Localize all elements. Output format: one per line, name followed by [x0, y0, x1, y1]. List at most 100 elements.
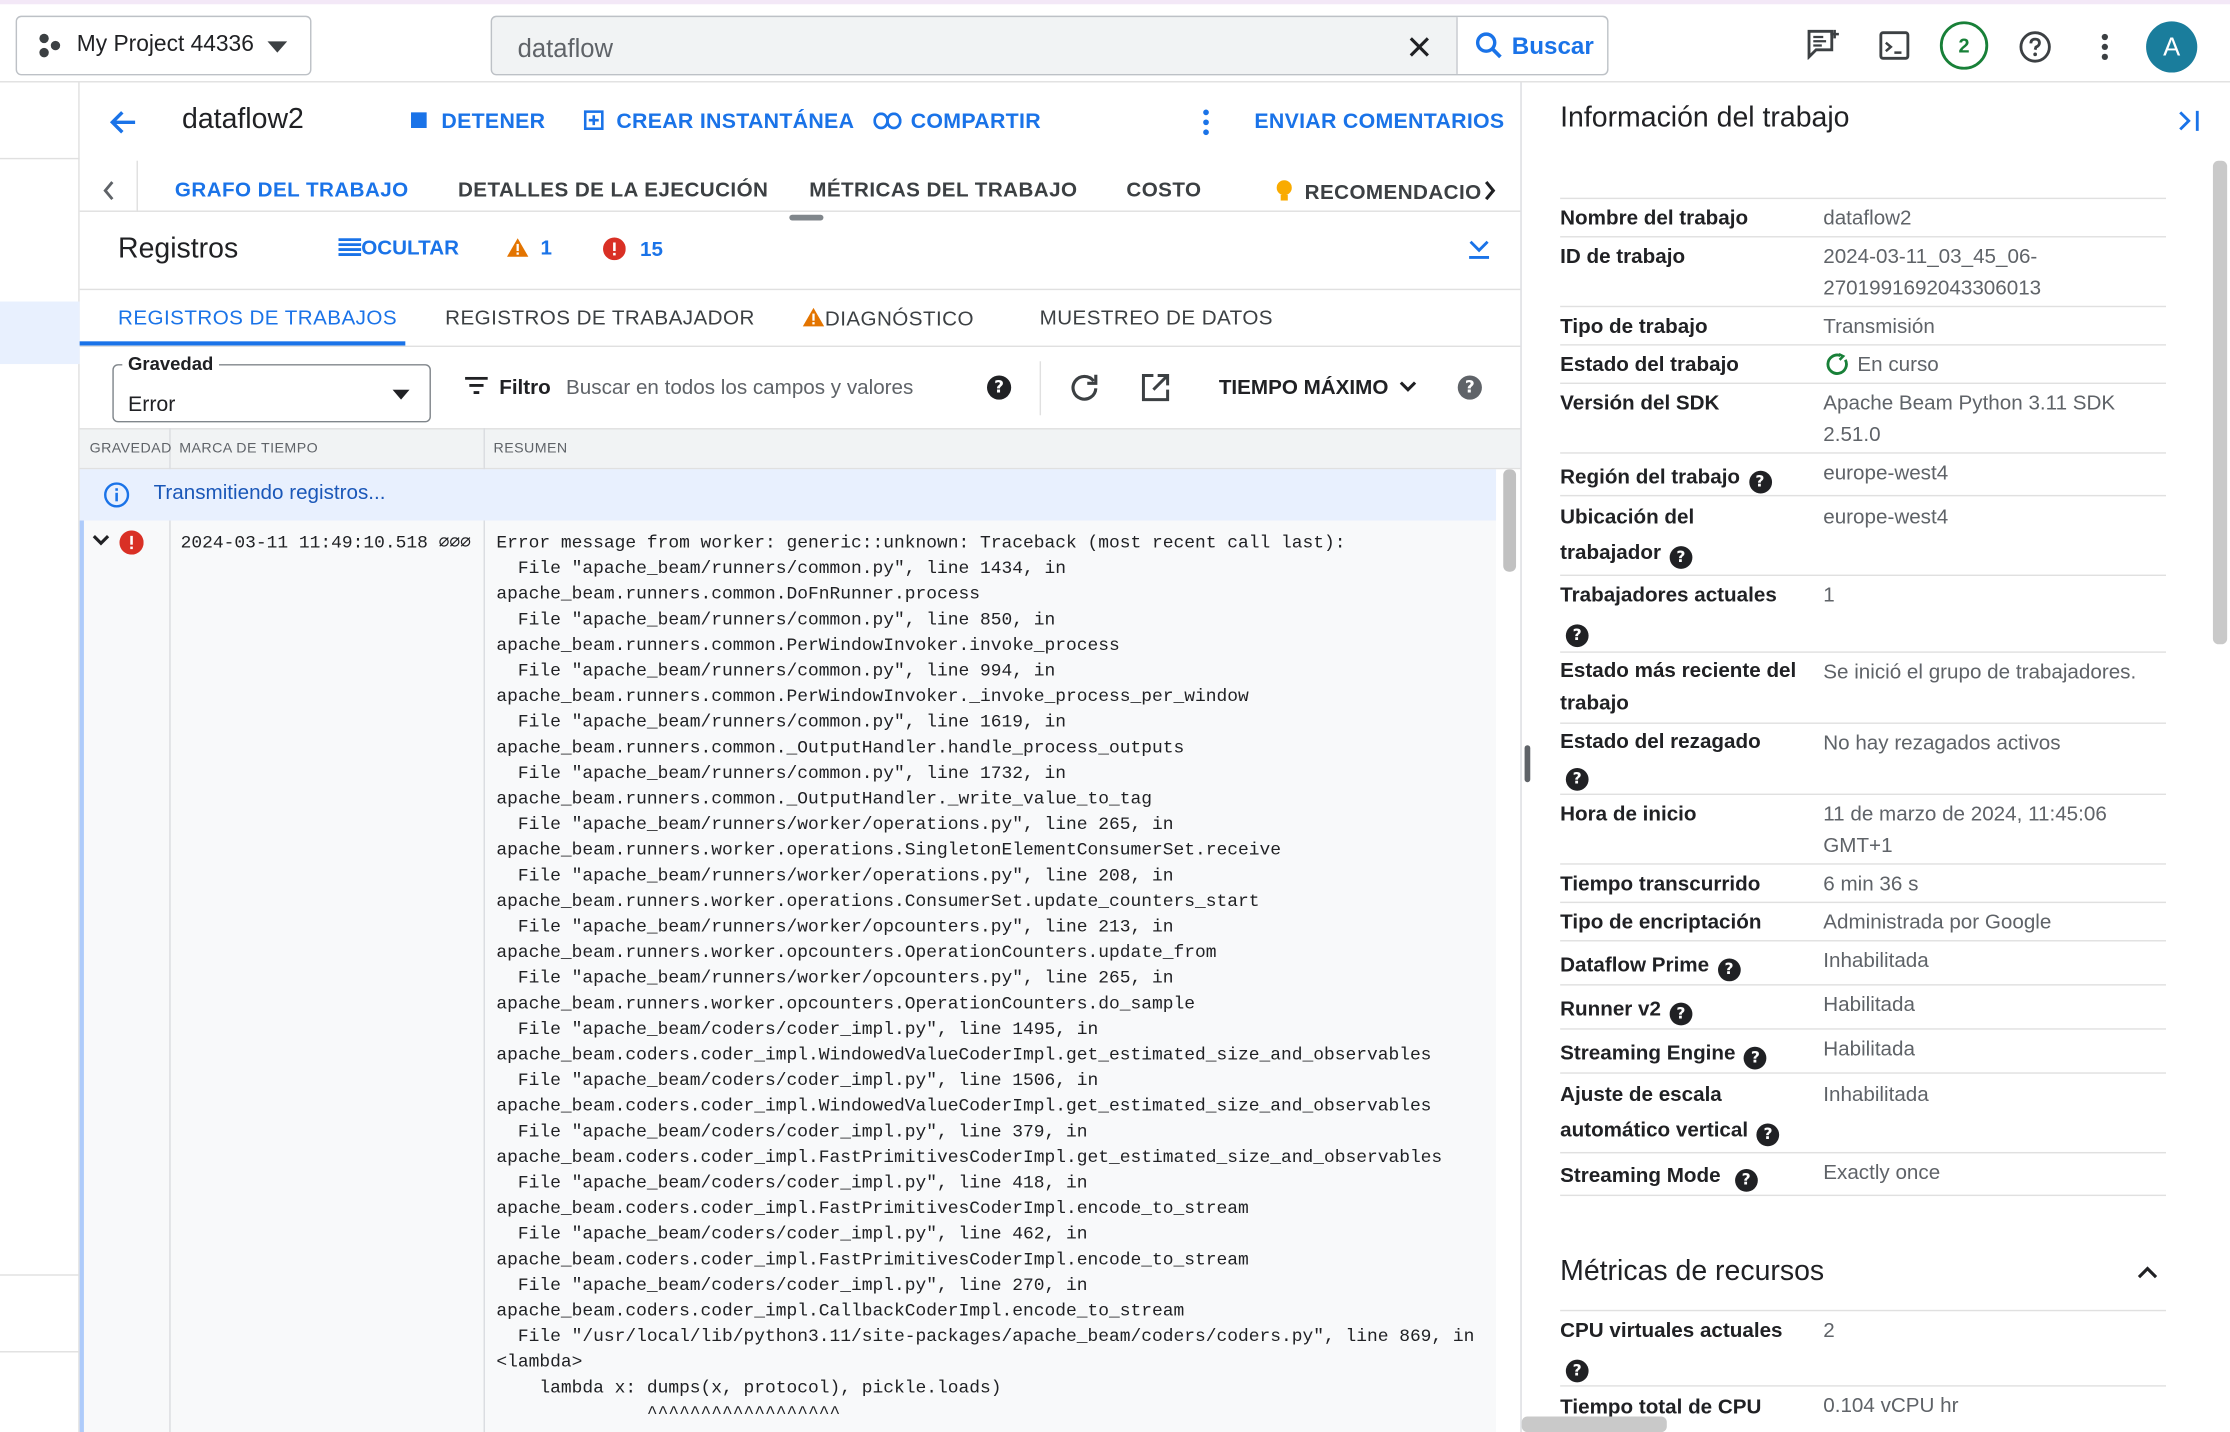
project-name: My Project 44336 — [76, 32, 254, 57]
hide-logs-button[interactable]: OCULTAR — [338, 238, 459, 260]
log-filter-input[interactable]: Buscar en todos los campos y valores — [566, 377, 913, 400]
info-row-elapsed-time: Tiempo transcurrido 6 min 36 s — [1560, 865, 2166, 904]
streaming-text: Transmitiendo registros... — [153, 482, 386, 505]
filter-help-icon[interactable]: ? — [986, 375, 1012, 400]
diagnostics-warning-icon — [802, 307, 825, 327]
info-row-latest-status: Estado más reciente del trabajo Se inició… — [1560, 653, 2166, 724]
straggler-help-icon[interactable]: ? — [1565, 767, 1589, 791]
create-snapshot-button[interactable]: CREAR INSTANTÁNEA — [583, 110, 854, 134]
logs-help-icon[interactable]: ? — [1457, 375, 1482, 400]
list-icon — [338, 238, 362, 256]
left-nav — [0, 82, 80, 1432]
info-row-sdk-version: Versión del SDK Apache Beam Python 3.11 S… — [1560, 384, 2166, 454]
resource-metrics-title: Métricas de recursos — [1560, 1255, 1825, 1288]
info-row-job-type: Tipo de trabajo Transmisión — [1560, 307, 2166, 346]
back-arrow-icon[interactable] — [109, 108, 138, 136]
col-summary[interactable]: RESUMEN — [493, 441, 567, 457]
info-row-current-workers: Trabajadores actuales? 1 — [1560, 576, 2166, 653]
refresh-icon[interactable] — [1069, 373, 1099, 403]
info-row-vertical-autoscaling: Ajuste de escala automático vertical? Inh… — [1560, 1074, 2166, 1154]
filter-icon — [465, 376, 488, 394]
notifications-badge[interactable]: 2 — [1939, 21, 1989, 70]
nav-selected-item[interactable] — [0, 301, 80, 365]
log-scrollbar-thumb[interactable] — [1503, 469, 1517, 572]
tabs-scroll-left-icon[interactable] — [102, 181, 115, 201]
subtab-diagnostics[interactable]: DIAGNÓSTICO — [802, 307, 974, 331]
project-selector[interactable]: My Project 44336 — [15, 15, 312, 76]
tab-execution-details[interactable]: DETALLES DE LA EJECUCIÓN — [458, 179, 768, 202]
info-row-start-time: Hora de inicio 11 de marzo de 2024, 11:45… — [1560, 795, 2166, 865]
severity-dropdown-icon — [392, 389, 410, 400]
col-timestamp[interactable]: MARCA DE TIEMPO — [179, 441, 318, 457]
tab-cost[interactable]: COSTO — [1126, 179, 1201, 202]
info-row-worker-location: Ubicación del trabajador? europe-west4 — [1560, 496, 2166, 576]
subtab-diagnostics-label: DIAGNÓSTICO — [824, 308, 974, 332]
link-icon — [873, 112, 902, 130]
top-bar: My Project 44336 dataflow Buscar 2 A — [0, 0, 2230, 83]
subtab-job-logs[interactable]: REGISTROS DE TRABAJOS — [118, 307, 397, 330]
open-in-new-icon[interactable] — [1141, 373, 1171, 403]
warning-icon — [507, 238, 529, 257]
time-range-dropdown[interactable]: TIEMPO MÁXIMO — [1219, 377, 1417, 400]
subtab-worker-logs[interactable]: REGISTROS DE TRABAJADOR — [445, 307, 755, 330]
collapse-logs-icon[interactable] — [1468, 238, 1491, 261]
feedback-chat-icon[interactable] — [1806, 28, 1840, 60]
time-range-label: TIEMPO MÁXIMO — [1218, 376, 1389, 400]
stop-icon — [411, 112, 427, 128]
streaming-mode-help-icon[interactable]: ? — [1734, 1169, 1758, 1192]
errors-count-value: 15 — [640, 238, 663, 262]
search-button[interactable]: Buscar — [1456, 17, 1608, 74]
worker-location-help-icon[interactable]: ? — [1669, 546, 1693, 569]
stop-label: DETENER — [441, 109, 546, 134]
panel-drag-handle[interactable] — [1524, 745, 1531, 783]
log-scrollbar[interactable] — [1496, 469, 1521, 1432]
tab-job-metrics[interactable]: MÉTRICAS DEL TRABAJO — [809, 179, 1077, 202]
vcpus-help-icon[interactable]: ? — [1565, 1359, 1589, 1383]
streaming-engine-help-icon[interactable]: ? — [1744, 1046, 1767, 1070]
info-row-streaming-engine: Streaming Engine? Habilitada — [1560, 1030, 2166, 1074]
dataflow-prime-help-icon[interactable]: ? — [1717, 958, 1741, 982]
severity-label: Gravedad — [122, 352, 219, 375]
header-more-icon[interactable] — [1202, 108, 1211, 136]
filter-button[interactable]: Filtro — [465, 376, 551, 400]
search-button-label: Buscar — [1511, 32, 1594, 60]
share-button[interactable]: COMPARTIR — [873, 110, 1041, 134]
expand-row-icon[interactable] — [92, 535, 110, 546]
info-row-job-status: Estado del trabajo En curso — [1560, 346, 2166, 384]
search-bar: dataflow Buscar — [490, 15, 1609, 76]
info-panel-hscrollbar-thumb[interactable] — [1521, 1416, 1667, 1432]
send-feedback-button[interactable]: ENVIAR COMENTARIOS — [1254, 110, 1504, 134]
snapshot-icon — [583, 110, 604, 130]
more-options-icon[interactable] — [2099, 31, 2110, 62]
info-row-job-name: Nombre del trabajo dataflow2 — [1560, 199, 2166, 238]
tab-job-graph[interactable]: GRAFO DEL TRABAJO — [175, 179, 409, 202]
search-input[interactable]: dataflow — [518, 34, 613, 64]
tab-recommendations[interactable]: RECOMENDACIO — [1276, 179, 1482, 205]
info-panel-scrollbar-thumb[interactable] — [2212, 160, 2228, 645]
warnings-count[interactable]: 1 — [506, 238, 552, 260]
tab-recommendations-label: RECOMENDACIO — [1304, 182, 1482, 205]
tabs-scroll-right-icon[interactable] — [1483, 181, 1496, 201]
clear-search-icon[interactable] — [1408, 36, 1431, 59]
info-panel-title: Información del trabajo — [1560, 102, 1850, 134]
severity-value: Error — [127, 392, 176, 417]
info-row-encryption: Tipo de encriptación Administrada por Goo… — [1560, 903, 2166, 942]
cloud-shell-icon[interactable] — [1879, 30, 1910, 61]
current-workers-help-icon[interactable]: ? — [1565, 624, 1589, 648]
running-status-icon — [1826, 352, 1848, 375]
col-severity[interactable]: GRAVEDAD — [90, 441, 172, 457]
subtab-data-sampling[interactable]: MUESTREO DE DATOS — [1040, 307, 1273, 330]
vertical-autoscaling-help-icon[interactable]: ? — [1756, 1123, 1780, 1147]
region-help-icon[interactable]: ? — [1748, 470, 1772, 494]
errors-count[interactable]: 15 — [603, 237, 663, 262]
avatar[interactable]: A — [2146, 21, 2198, 73]
close-panel-icon[interactable] — [2177, 110, 2200, 133]
info-row-job-id: ID de trabajo 2024-03-11_03_45_06- 270199… — [1560, 238, 2166, 308]
chevron-up-icon[interactable] — [2136, 1266, 2159, 1280]
job-name-title: dataflow2 — [182, 103, 304, 136]
snapshot-label: CREAR INSTANTÁNEA — [616, 109, 855, 134]
panel-resize-handle[interactable] — [789, 214, 824, 221]
stop-button[interactable]: DETENER — [411, 110, 545, 134]
help-icon[interactable] — [2018, 30, 2052, 64]
runner-v2-help-icon[interactable]: ? — [1669, 1002, 1693, 1026]
